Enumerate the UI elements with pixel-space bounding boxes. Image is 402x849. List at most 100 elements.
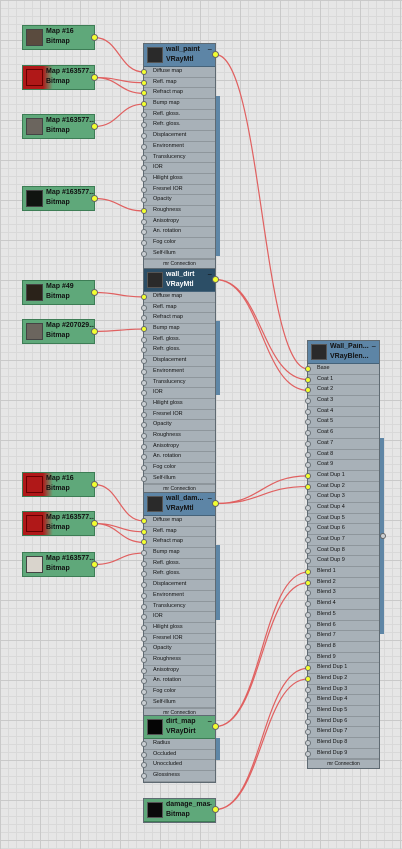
slot-row[interactable]: Occluded xyxy=(141,750,215,761)
slot-row[interactable]: Coat 1 xyxy=(305,375,379,386)
slot-row[interactable]: Anisotropy xyxy=(141,442,215,453)
input-socket[interactable] xyxy=(141,475,147,482)
slot-row[interactable]: Roughness xyxy=(141,655,215,666)
slot-row[interactable]: Opacity xyxy=(141,195,215,206)
input-socket[interactable] xyxy=(141,762,147,769)
input-socket[interactable] xyxy=(305,419,311,426)
connection-wire[interactable] xyxy=(94,552,145,566)
output-socket[interactable] xyxy=(91,123,98,130)
input-socket[interactable] xyxy=(305,462,311,469)
output-socket[interactable] xyxy=(91,561,98,568)
bitmap-node[interactable]: Map #49 Bitmap xyxy=(22,280,98,305)
slot-row[interactable]: Refract map xyxy=(141,313,215,325)
input-socket[interactable] xyxy=(141,454,147,461)
slot-row[interactable]: Coat 2 xyxy=(305,385,379,397)
input-socket[interactable] xyxy=(305,376,311,383)
input-socket[interactable] xyxy=(141,207,147,214)
output-socket[interactable] xyxy=(91,34,98,41)
node-header[interactable]: wall_paint VRayMtl − xyxy=(144,44,219,67)
slot-row[interactable]: IOR xyxy=(141,612,215,623)
slot-row[interactable]: Displacement xyxy=(141,131,215,142)
input-socket[interactable] xyxy=(141,79,147,86)
input-socket[interactable] xyxy=(141,656,147,663)
blend-output-socket[interactable] xyxy=(380,533,386,539)
output-socket[interactable] xyxy=(212,723,219,730)
slot-row[interactable]: Translucency xyxy=(141,602,215,613)
input-socket[interactable] xyxy=(141,411,147,418)
input-socket[interactable] xyxy=(305,718,311,725)
slot-row[interactable]: Refl. map xyxy=(141,527,215,538)
slot-row[interactable]: Unoccluded xyxy=(141,760,215,772)
damage-mask-node[interactable]: damage_mask Bitmap − xyxy=(143,798,219,823)
slot-row[interactable]: Coat 7 xyxy=(305,439,379,450)
connection-wire[interactable] xyxy=(94,36,145,73)
input-socket[interactable] xyxy=(305,654,311,661)
input-socket[interactable] xyxy=(141,571,147,578)
input-socket[interactable] xyxy=(305,451,311,458)
slot-row[interactable]: Opacity xyxy=(141,420,215,431)
slot-row[interactable]: Blend 7 xyxy=(305,631,379,642)
slot-row[interactable]: Coat Dup 7 xyxy=(305,535,379,546)
input-socket[interactable] xyxy=(141,432,147,439)
input-socket[interactable] xyxy=(141,186,147,193)
bitmap-node[interactable]: Map #207029... Bitmap xyxy=(22,319,98,344)
input-socket[interactable] xyxy=(305,611,311,618)
connection-wire[interactable] xyxy=(215,571,309,728)
connection-wire[interactable] xyxy=(94,76,145,84)
slot-row[interactable]: Blend Dup 2 xyxy=(305,674,379,685)
slot-row[interactable]: Blend Dup 3 xyxy=(305,685,379,696)
slot-row[interactable]: Refr. gloss. xyxy=(141,120,215,132)
slot-row[interactable]: Blend 1 xyxy=(305,567,379,578)
input-socket[interactable] xyxy=(141,465,147,471)
input-socket[interactable] xyxy=(141,518,147,524)
input-socket[interactable] xyxy=(305,515,311,522)
slot-row[interactable]: Coat Dup 4 xyxy=(305,503,379,514)
input-socket[interactable] xyxy=(305,472,311,479)
slot-row[interactable]: An. rotation xyxy=(141,227,215,238)
slot-row[interactable]: Fog color xyxy=(141,687,215,698)
input-socket[interactable] xyxy=(305,537,311,543)
slot-row[interactable]: Bump map xyxy=(141,324,215,335)
bitmap-node[interactable]: Map #163577... Bitmap xyxy=(22,552,98,577)
slot-row[interactable]: Opacity xyxy=(141,644,215,655)
connection-wire[interactable] xyxy=(94,103,145,128)
input-socket[interactable] xyxy=(305,750,311,757)
connection-wire[interactable] xyxy=(215,485,309,505)
input-socket[interactable] xyxy=(141,379,147,386)
input-socket[interactable] xyxy=(305,740,311,747)
input-socket[interactable] xyxy=(141,197,147,204)
connection-wire[interactable] xyxy=(215,582,309,728)
input-socket[interactable] xyxy=(141,550,147,557)
input-socket[interactable] xyxy=(141,582,147,589)
input-socket[interactable] xyxy=(141,603,147,610)
connection-wire[interactable] xyxy=(94,328,145,333)
slot-row[interactable]: Coat Dup 2 xyxy=(305,482,379,493)
bitmap-node[interactable]: Map #163577... Bitmap xyxy=(22,65,98,90)
slot-row[interactable]: Hilight gloss xyxy=(141,623,215,634)
input-socket[interactable] xyxy=(305,569,311,576)
slot-row[interactable]: An. rotation xyxy=(141,452,215,463)
slot-row[interactable]: Refl. map xyxy=(141,78,215,89)
input-socket[interactable] xyxy=(141,122,147,129)
input-socket[interactable] xyxy=(141,143,147,150)
slot-row[interactable]: Fresnel IOR xyxy=(141,410,215,421)
input-socket[interactable] xyxy=(141,528,147,535)
bitmap-node[interactable]: Map #163577... Bitmap xyxy=(22,511,98,536)
connection-wire[interactable] xyxy=(94,522,145,543)
input-socket[interactable] xyxy=(141,165,147,172)
connection-wire[interactable] xyxy=(94,197,145,212)
slot-row[interactable]: Glossiness xyxy=(141,771,215,782)
input-socket[interactable] xyxy=(141,347,147,354)
input-socket[interactable] xyxy=(305,708,311,714)
slot-row[interactable]: Coat Dup 6 xyxy=(305,524,379,535)
connection-wire[interactable] xyxy=(215,53,309,370)
connection-wire[interactable] xyxy=(94,483,145,522)
output-socket[interactable] xyxy=(91,481,98,488)
slot-row[interactable]: Diffuse map xyxy=(141,67,215,78)
output-socket[interactable] xyxy=(212,806,219,813)
slot-row[interactable]: Base xyxy=(305,364,379,375)
input-socket[interactable] xyxy=(141,175,147,182)
slot-row[interactable]: Roughness xyxy=(141,206,215,217)
connection-wire[interactable] xyxy=(215,678,309,811)
input-socket[interactable] xyxy=(141,218,147,225)
